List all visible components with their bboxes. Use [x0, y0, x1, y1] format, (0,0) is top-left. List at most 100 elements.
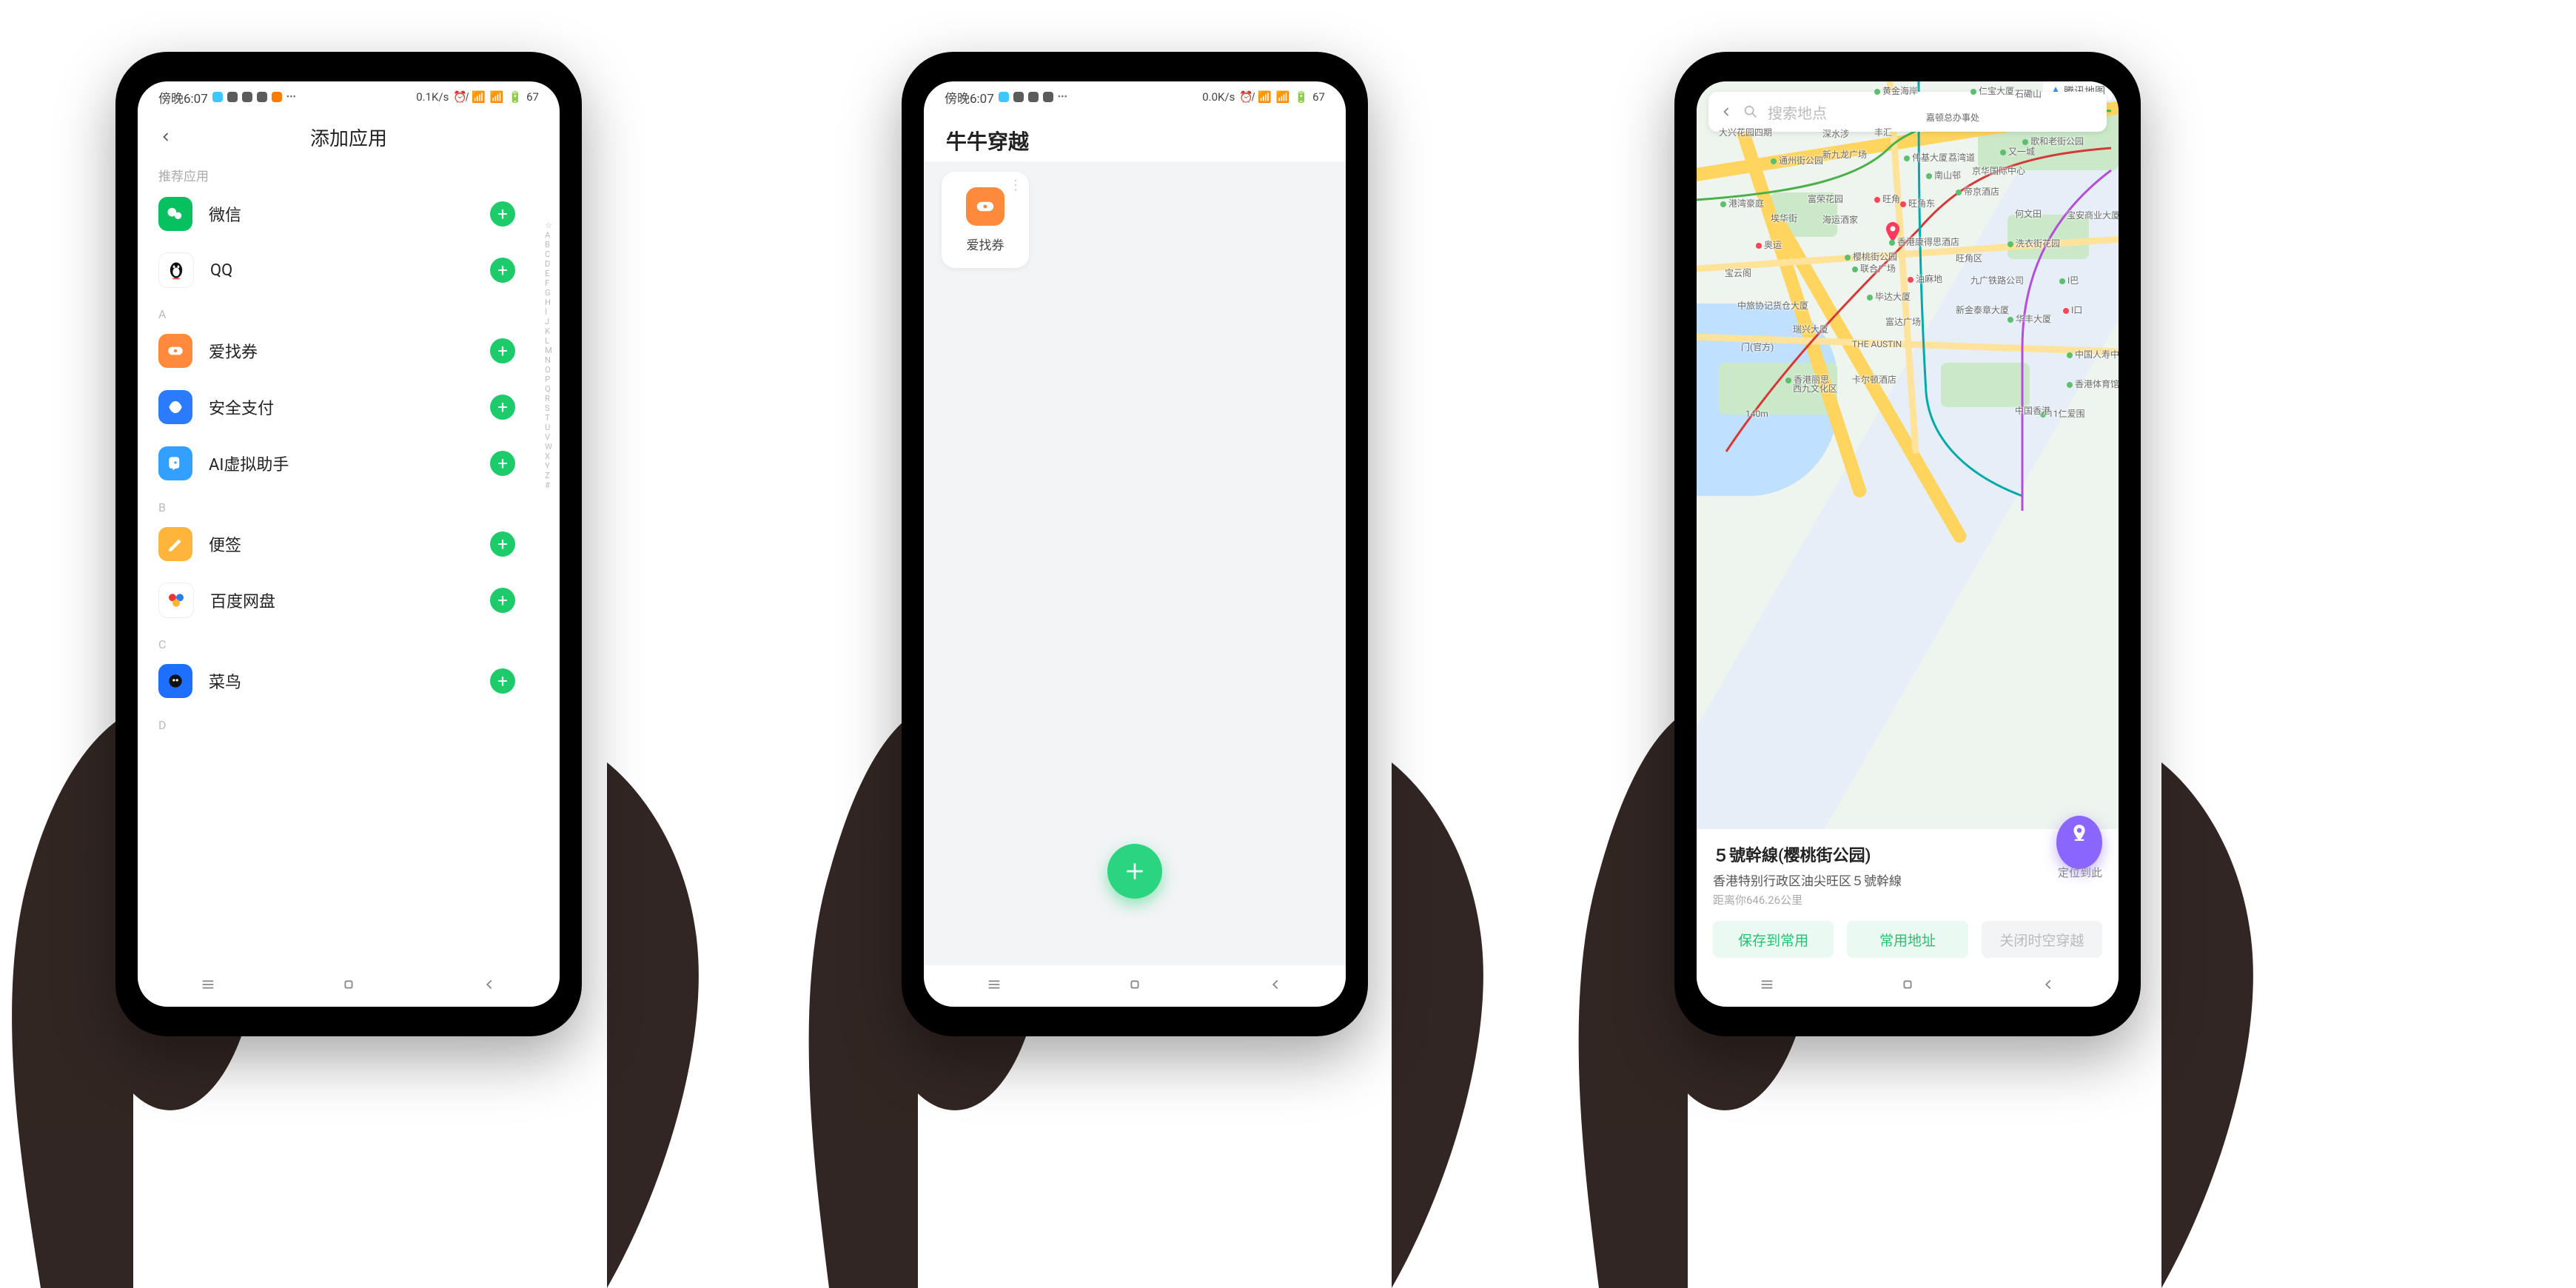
add-button[interactable]: +: [490, 588, 515, 613]
location-address: 香港特别行政区油尖旺区５號幹線: [1713, 871, 2102, 889]
locate-here-button[interactable]: [2056, 816, 2102, 869]
back-button[interactable]: [152, 124, 179, 150]
notes-icon: [158, 527, 192, 561]
add-button[interactable]: +: [490, 338, 515, 363]
app-row[interactable]: QQ +: [138, 242, 560, 298]
alpha-index-letter[interactable]: F: [545, 278, 552, 288]
alpha-index-letter[interactable]: W: [545, 442, 552, 452]
locate-here-label: 定位到此: [2058, 865, 2102, 880]
alpha-index-letter[interactable]: E: [545, 269, 552, 278]
alpha-index-letter[interactable]: H: [545, 298, 552, 307]
alpha-index-letter[interactable]: P: [545, 375, 552, 384]
map-label: 伟基大厦: [1904, 151, 1948, 164]
alpha-index[interactable]: ☆ABCDEFGHIJKLMNOPQRSTUVWXYZ#: [545, 221, 552, 490]
alpha-index-letter[interactable]: A: [545, 230, 552, 240]
back-button[interactable]: [1719, 104, 1734, 119]
alpha-index-letter[interactable]: N: [545, 355, 552, 365]
alpha-index-letter[interactable]: C: [545, 249, 552, 259]
card-menu-icon[interactable]: ⋮: [1009, 178, 1022, 193]
alpha-index-letter[interactable]: K: [545, 326, 552, 336]
app-row[interactable]: AI虚拟助手 +: [138, 435, 560, 492]
ai-assistant-icon: [158, 446, 192, 480]
add-button[interactable]: +: [490, 531, 515, 557]
app-card[interactable]: ⋮ 爱找券: [942, 172, 1029, 268]
alpha-index-letter[interactable]: V: [545, 432, 552, 442]
add-button[interactable]: +: [490, 258, 515, 283]
alpha-index-letter[interactable]: T: [545, 413, 552, 423]
back-nav-button[interactable]: [2040, 976, 2056, 996]
favorites-button[interactable]: 常用地址: [1847, 921, 1968, 958]
status-app-icon: [999, 92, 1009, 102]
battery-text: 67: [1312, 90, 1325, 104]
app-row[interactable]: 爱找券 +: [138, 323, 560, 379]
map-label: 京华国际中心: [1972, 164, 2025, 177]
back-nav-button[interactable]: [1267, 976, 1284, 996]
app-row[interactable]: 百度网盘 +: [138, 572, 560, 628]
app-row[interactable]: 安全支付 +: [138, 379, 560, 435]
alpha-index-letter[interactable]: O: [545, 365, 552, 375]
section-a: A: [138, 298, 560, 323]
map-label: 仁宝大厦: [1970, 84, 2014, 97]
map-label: 联合广场: [1852, 262, 1896, 275]
map-label: 富荣花园: [1808, 192, 1843, 205]
map-label: 石磡山: [2015, 87, 2042, 100]
map-label: 港湾豪庭: [1720, 197, 1764, 209]
alpha-index-letter[interactable]: D: [545, 259, 552, 269]
app-name: 安全支付: [209, 395, 490, 419]
alpha-index-letter[interactable]: S: [545, 403, 552, 413]
signal-icon: 📶: [1258, 90, 1272, 104]
app-row[interactable]: 菜鸟 +: [138, 653, 560, 709]
recent-button[interactable]: [986, 976, 1002, 996]
map-label: 大兴花园四期: [1719, 126, 1772, 138]
alpha-index-letter[interactable]: Z: [545, 471, 552, 480]
add-fab[interactable]: [1107, 844, 1162, 899]
app-list[interactable]: 推荐应用 微信 + QQ + A: [138, 161, 560, 965]
alpha-index-letter[interactable]: M: [545, 346, 552, 355]
search-icon: [1743, 104, 1759, 120]
alpha-index-letter[interactable]: R: [545, 394, 552, 403]
status-app-icon: [272, 92, 282, 102]
map-label: 荔湾道: [1948, 151, 1975, 164]
app-name: 菜鸟: [209, 669, 490, 693]
alpha-index-letter[interactable]: Y: [545, 461, 552, 471]
save-to-favorites-button[interactable]: 保存到常用: [1713, 921, 1834, 958]
status-time: 傍晚6:07: [158, 88, 208, 107]
alpha-index-letter[interactable]: B: [545, 240, 552, 249]
map-label: 新九龙广场: [1822, 148, 1867, 161]
alpha-index-letter[interactable]: ☆: [545, 221, 552, 230]
alpha-index-letter[interactable]: G: [545, 288, 552, 298]
alpha-index-letter[interactable]: Q: [545, 384, 552, 394]
status-rate: 0.0K/s: [1202, 90, 1235, 104]
home-button[interactable]: [341, 976, 357, 996]
map-label: 歌和老街公园: [2022, 135, 2084, 147]
add-button[interactable]: +: [490, 668, 515, 694]
section-b: B: [138, 492, 560, 516]
alpha-index-letter[interactable]: U: [545, 423, 552, 432]
location-title: ５號幹線(樱桃街公园): [1713, 842, 2102, 866]
status-bar: 傍晚6:07 ••• 0.0K/s ⏰̸ 📶 📶 🔋 67: [924, 81, 1346, 113]
home-button[interactable]: [1899, 976, 1916, 996]
location-distance: 距离你646.26公里: [1713, 892, 2102, 908]
add-button[interactable]: +: [490, 451, 515, 476]
alpha-index-letter[interactable]: L: [545, 336, 552, 346]
home-button[interactable]: [1127, 976, 1143, 996]
alpha-index-letter[interactable]: #: [545, 480, 552, 490]
alpha-index-letter[interactable]: X: [545, 452, 552, 461]
title-bar: 添加应用: [138, 113, 560, 161]
app-row[interactable]: 微信 +: [138, 186, 560, 242]
alpha-index-letter[interactable]: J: [545, 317, 552, 326]
status-app-icon: [1043, 92, 1053, 102]
map-label: 通州街公园: [1771, 154, 1823, 167]
map-label: 中国人寿中心: [2067, 348, 2119, 360]
recent-button[interactable]: [200, 976, 216, 996]
status-app-icon: [257, 92, 267, 102]
recent-button[interactable]: [1759, 976, 1775, 996]
add-button[interactable]: +: [490, 201, 515, 227]
add-button[interactable]: +: [490, 395, 515, 420]
alpha-index-letter[interactable]: I: [545, 307, 552, 317]
back-nav-button[interactable]: [481, 976, 497, 996]
app-row[interactable]: 便签 +: [138, 516, 560, 572]
map-label: I巴: [2059, 274, 2079, 286]
close-warp-button[interactable]: 关闭时空穿越: [1982, 921, 2102, 958]
map-label: I口: [2063, 303, 2082, 316]
